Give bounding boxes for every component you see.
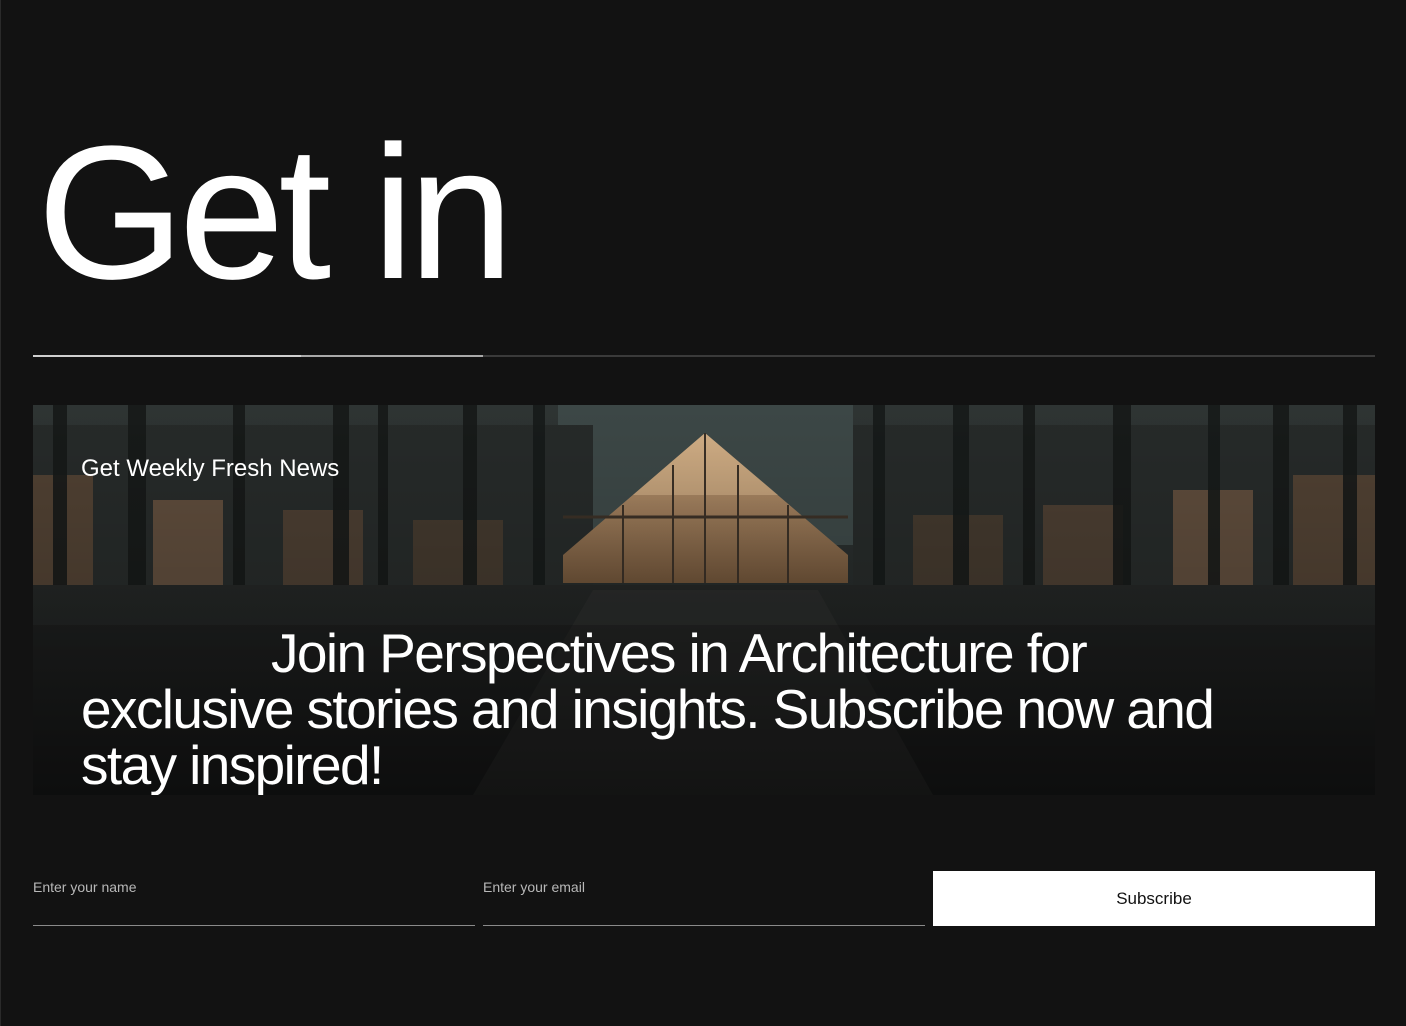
page-title: Get in <box>37 107 514 319</box>
name-field-wrapper <box>33 871 475 926</box>
newsletter-kicker: Get Weekly Fresh News <box>81 455 340 482</box>
scroll-progress-segment <box>33 355 301 357</box>
scroll-progress-bar <box>33 355 1375 357</box>
newsletter-banner: Get Weekly Fresh News Join Perspectives … <box>33 405 1375 795</box>
newsletter-message: Join Perspectives in Architecture for ex… <box>81 622 1215 795</box>
email-field-wrapper <box>483 871 925 926</box>
subscribe-button[interactable]: Subscribe <box>933 871 1375 926</box>
subscribe-form: Subscribe <box>33 871 1375 927</box>
name-input[interactable] <box>33 871 475 903</box>
subscribe-section: Get in Get Weekly Fresh News Join Perspe… <box>0 0 1406 1026</box>
email-input[interactable] <box>483 871 925 903</box>
